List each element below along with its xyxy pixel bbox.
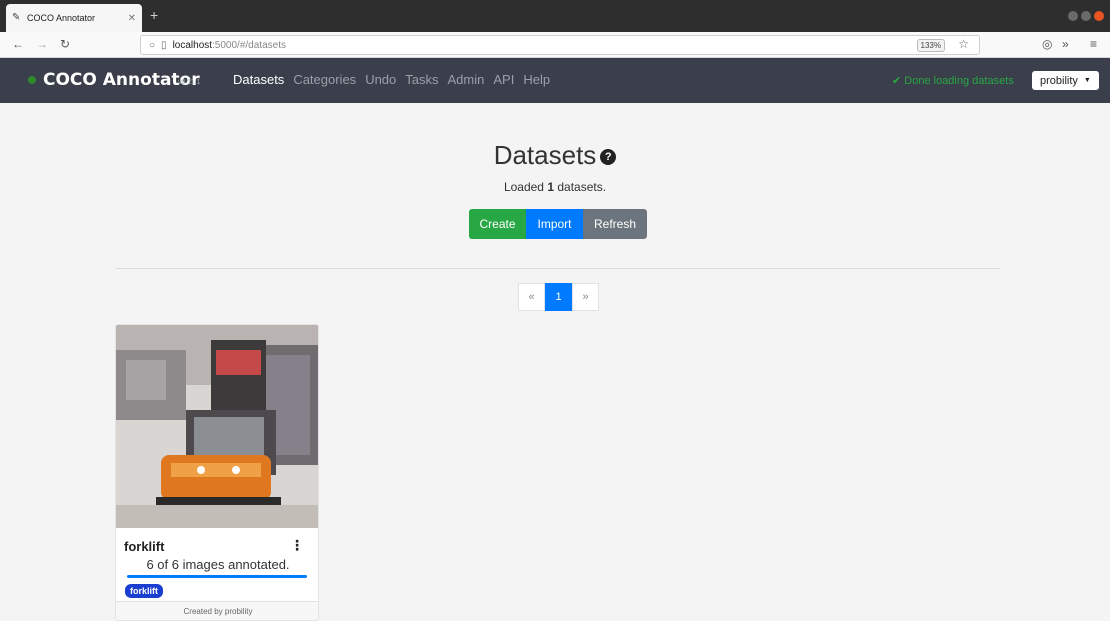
dataset-name[interactable]: forklift <box>124 539 164 554</box>
page-icon: ▯ <box>161 39 167 51</box>
back-arrow-icon[interactable]: ← <box>12 37 24 51</box>
nav-datasets[interactable]: Datasets <box>233 72 284 87</box>
browser-titlebar: ✎ COCO Annotator ✕ + <box>0 0 1110 32</box>
help-question-icon[interactable]: ? <box>600 149 617 166</box>
pocket-icon[interactable]: ◎ <box>1042 37 1052 51</box>
hamburger-menu-icon[interactable]: ≡ <box>1090 37 1097 51</box>
divider <box>116 268 1000 269</box>
page-title: Datasets? <box>0 140 1110 171</box>
app-navbar: COCO Annotator v0.11.1 Datasets Categori… <box>0 58 1110 103</box>
tab-title: COCO Annotator <box>27 13 96 23</box>
close-tab-icon[interactable]: ✕ <box>128 13 136 24</box>
forklift-thumbnail-image <box>116 325 318 528</box>
user-name: probility <box>1040 74 1078 87</box>
loaded-count-text: Loaded 1 datasets. <box>0 180 1110 194</box>
dataset-card[interactable]: forklift ⋮ 6 of 6 images annotated. fork… <box>115 324 319 621</box>
overflow-chevron-icon[interactable]: » <box>1062 37 1069 51</box>
nav-tasks[interactable]: Tasks <box>405 72 438 87</box>
loaded-count: 1 <box>547 180 555 194</box>
app-nav-links: Datasets Categories Undo Tasks Admin API… <box>233 72 550 87</box>
nav-admin[interactable]: Admin <box>448 72 485 87</box>
new-tab-icon[interactable]: + <box>150 8 158 22</box>
nav-undo[interactable]: Undo <box>365 72 396 87</box>
minimize-window-button[interactable] <box>1068 11 1078 21</box>
connection-status-dot <box>28 76 36 84</box>
card-footer: Created by probility <box>116 601 318 620</box>
browser-tab[interactable]: ✎ COCO Annotator ✕ <box>6 4 142 32</box>
refresh-button[interactable]: Refresh <box>583 209 647 239</box>
nav-help[interactable]: Help <box>523 72 550 87</box>
pagination: « 1 » <box>518 283 599 311</box>
browser-toolbar: ← → ↻ ○ ▯ localhost:5000/#/datasets 133%… <box>0 32 1110 58</box>
annotation-progress-bar <box>127 575 307 578</box>
import-button[interactable]: Import <box>526 209 583 239</box>
forward-arrow-icon[interactable]: → <box>36 37 48 51</box>
kebab-menu-icon[interactable]: ⋮ <box>290 537 304 554</box>
zoom-level[interactable]: 133% <box>916 39 945 52</box>
reload-icon[interactable]: ↻ <box>60 37 70 51</box>
url-host: localhost <box>172 39 213 51</box>
create-button[interactable]: Create <box>469 209 526 239</box>
window-controls <box>1068 11 1104 21</box>
app-brand[interactable]: COCO Annotator <box>43 70 200 90</box>
app-version: v0.11.1 <box>178 79 201 86</box>
annotation-progress-text: 6 of 6 images annotated. <box>146 557 290 572</box>
dataset-actions: Create Import Refresh <box>469 209 647 239</box>
maximize-window-button[interactable] <box>1081 11 1091 21</box>
bookmark-star-icon[interactable]: ☆ <box>958 37 969 51</box>
nav-categories[interactable]: Categories <box>293 72 356 87</box>
loaded-prefix: Loaded <box>503 180 548 194</box>
nav-api[interactable]: API <box>493 72 514 87</box>
dataset-thumbnail[interactable] <box>116 325 318 528</box>
url-path: :5000/#/datasets <box>212 39 286 51</box>
pen-icon: ✎ <box>12 12 21 23</box>
pagination-prev[interactable]: « <box>518 283 545 311</box>
loading-status: ✔ Done loading datasets <box>892 75 1014 87</box>
pagination-next[interactable]: » <box>572 283 599 311</box>
close-window-button[interactable] <box>1094 11 1104 21</box>
annotation-progress-fill <box>127 575 307 578</box>
category-tag[interactable]: forklift <box>125 584 163 598</box>
url-bar[interactable]: ○ ▯ localhost:5000/#/datasets 133% ☆ <box>140 35 980 55</box>
user-dropdown-button[interactable]: probility ▼ <box>1032 71 1099 90</box>
shield-icon: ○ <box>149 39 156 51</box>
loaded-suffix: datasets. <box>554 180 607 194</box>
pagination-page[interactable]: 1 <box>545 283 572 311</box>
page-title-text: Datasets <box>493 140 597 170</box>
caret-down-icon: ▼ <box>1083 77 1091 84</box>
